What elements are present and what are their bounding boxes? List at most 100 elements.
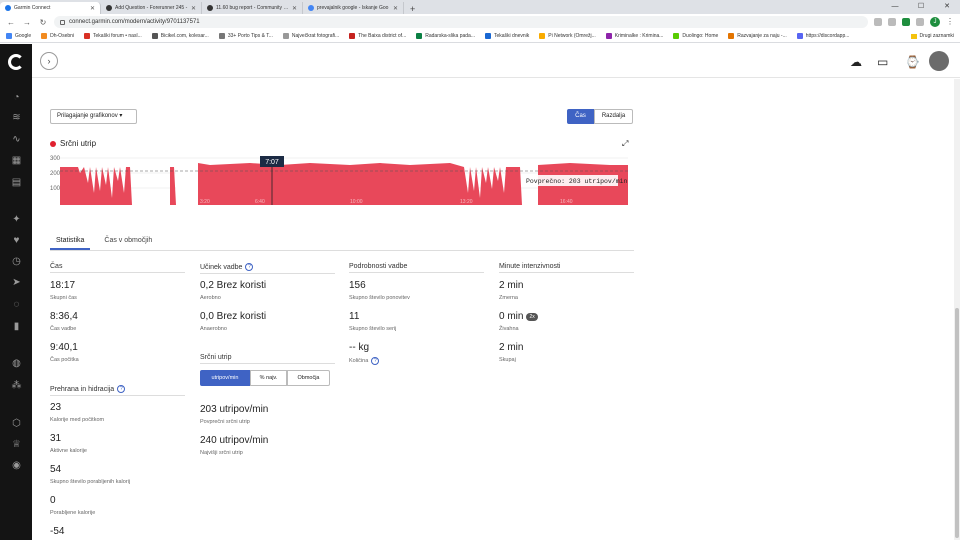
activities-icon[interactable]: ≋ <box>11 112 22 123</box>
hr-unit-bpm-button[interactable]: utripov/min <box>200 370 250 386</box>
hr-unit-zones-button[interactable]: Območja <box>287 370 330 386</box>
puzzle-icon[interactable] <box>916 18 924 26</box>
chevron-right-icon: › <box>47 56 51 66</box>
chart-customize-dropdown[interactable]: Prilagajanje grafikonov ▾ <box>50 109 137 124</box>
aerobic-value: 0,2 Brez koristi <box>200 280 267 291</box>
bookmark-item[interactable]: Tekaški forum • nasl... <box>84 33 142 39</box>
extension-icon[interactable] <box>902 18 910 26</box>
browser-tab-question[interactable]: Add Question - Forerunner 245 - ✕ <box>101 2 202 14</box>
tab-statistics[interactable]: Statistika <box>50 233 91 250</box>
bookmark-icon <box>605 33 612 39</box>
forward-icon[interactable]: → <box>22 18 32 27</box>
menu-dots-icon[interactable]: ⋮ <box>946 18 954 26</box>
tab-time-in-zones[interactable]: Čas v območjih <box>98 233 158 250</box>
bookmark-item[interactable]: 33+ Porto Tips & T... <box>218 33 273 39</box>
expand-sidebar-button[interactable]: › <box>40 52 58 70</box>
other-bookmarks[interactable]: Drugi zaznamki <box>910 33 954 39</box>
browser-tab-bug-report[interactable]: 11.60 bug report - Community - G ✕ <box>202 2 303 14</box>
total-calories-value: 54 <box>50 464 62 475</box>
bookmark-item[interactable]: Google <box>6 33 31 39</box>
extension-icon[interactable] <box>874 18 882 26</box>
bookmark-icon <box>416 33 423 39</box>
settings-icon[interactable]: ◉ <box>11 460 22 471</box>
bookmark-icon <box>349 33 356 39</box>
trends-icon[interactable]: ∿ <box>11 134 22 145</box>
timer-icon[interactable]: ◷ <box>11 256 22 267</box>
help-icon[interactable]: ? <box>117 385 126 393</box>
toggle-time-button[interactable]: Čas <box>567 109 594 124</box>
bookmark-item[interactable]: Največkrat fotografi... <box>282 33 339 39</box>
bookmark-icon <box>41 33 48 39</box>
inbox-icon[interactable]: ▭ <box>877 55 888 69</box>
total-reps-label: Skupno število ponovitev <box>349 295 410 301</box>
close-window-icon[interactable]: ✕ <box>934 0 960 14</box>
garmin-triangle-favicon-icon <box>207 5 213 11</box>
url-input[interactable]: connect.garmin.com/modern/activity/97011… <box>54 16 868 28</box>
moderate-minutes-value: 2 min <box>499 280 524 291</box>
google-icon <box>6 33 12 39</box>
browser-tab-garmin[interactable]: Garmin Connect ✕ <box>0 2 101 14</box>
close-icon[interactable]: ✕ <box>191 5 196 12</box>
back-icon[interactable]: ← <box>6 18 16 27</box>
connections-icon[interactable]: ◍ <box>11 358 22 369</box>
bookmark-item[interactable]: Bicikel.com, kolesar... <box>151 33 209 39</box>
google-favicon-icon <box>308 5 314 11</box>
close-icon[interactable]: ✕ <box>292 5 297 12</box>
bookmark-item[interactable]: Pi Network (Omrežj... <box>539 33 596 39</box>
groups-icon[interactable]: ⁂ <box>11 380 22 391</box>
avg-hr-label: Povprečni srčni utrip <box>200 419 250 425</box>
scrollbar-thumb[interactable] <box>955 308 959 538</box>
close-icon[interactable]: ✕ <box>90 5 95 12</box>
browser-address-bar: ← → ↻ connect.garmin.com/modern/activity… <box>0 14 960 30</box>
close-icon[interactable]: ✕ <box>393 5 398 12</box>
calendar-icon[interactable]: ▦ <box>11 155 22 166</box>
garmin-connect-logo-icon[interactable] <box>8 54 24 70</box>
health-icon[interactable]: ♥ <box>11 235 22 246</box>
new-tab-button[interactable]: + <box>404 4 421 14</box>
bookmark-icon <box>282 33 289 39</box>
bookmark-item[interactable]: Razvajanje za naju -... <box>728 33 787 39</box>
bookmark-icon <box>728 33 735 39</box>
chart-gap <box>176 167 198 205</box>
upload-icon[interactable]: ☁ <box>850 55 862 69</box>
challenges-icon[interactable]: ♕ <box>11 439 22 450</box>
extension-icon[interactable] <box>888 18 896 26</box>
bookmark-item[interactable]: Duolingo: Home <box>673 33 718 39</box>
y-tick-label: 300 <box>50 156 61 162</box>
stats-icon[interactable]: ▮ <box>11 321 22 332</box>
training-icon[interactable]: ✦ <box>11 214 22 225</box>
bookmark-item[interactable]: The Baixa district of... <box>349 33 406 39</box>
maximize-icon[interactable]: ☐ <box>908 0 934 14</box>
fullscreen-icon[interactable]: ⤢ <box>622 139 628 149</box>
bookmark-item[interactable]: Kriminalke : Krimina... <box>605 33 663 39</box>
minimize-icon[interactable]: — <box>882 0 908 14</box>
x-tick-label: 3:20 <box>200 199 210 205</box>
browser-tab-google[interactable]: prevajalnik google - Iskanje Goo ✕ <box>303 2 404 14</box>
help-icon[interactable]: ? <box>245 263 254 271</box>
nutrition-section-title: Prehrana in hidracija ? <box>50 385 185 396</box>
hr-unit-percent-button[interactable]: % najv. <box>250 370 287 386</box>
bookmark-item[interactable]: Tekaški dnevnik <box>484 33 529 39</box>
hr-chart[interactable]: 300 200 100 7:07 Povprečno: 203 utripov/… <box>50 153 630 209</box>
help-icon[interactable]: ? <box>371 357 380 365</box>
user-avatar[interactable] <box>929 51 949 71</box>
total-sets-value: 11 <box>349 311 360 322</box>
garmin-favicon-icon <box>5 5 11 11</box>
badges-icon[interactable]: ⬡ <box>11 418 22 429</box>
dashboard-icon[interactable]: ◔ <box>11 92 22 103</box>
insights-icon[interactable]: ◌ <box>11 299 22 310</box>
bookmark-icon <box>539 33 546 39</box>
x-tick-label: 10:00 <box>350 199 363 205</box>
reload-icon[interactable]: ↻ <box>38 18 48 27</box>
rest-time-label: Čas počitka <box>50 357 79 363</box>
device-icon[interactable]: ⌚ <box>905 55 920 69</box>
bookmark-item[interactable]: Dh-Osebni <box>41 33 74 39</box>
profile-avatar[interactable]: J <box>930 17 940 27</box>
toggle-distance-button[interactable]: Razdalja <box>594 109 633 124</box>
anaerobic-value: 0,0 Brez koristi <box>200 311 267 322</box>
bookmark-item[interactable]: Radarska-slika pada... <box>416 33 475 39</box>
bookmark-item[interactable]: https://discordapp... <box>796 33 849 39</box>
gear-icon[interactable]: ➤ <box>11 277 22 288</box>
reports-icon[interactable]: ▤ <box>11 177 22 188</box>
moderate-minutes-label: Zmerna <box>499 295 518 301</box>
